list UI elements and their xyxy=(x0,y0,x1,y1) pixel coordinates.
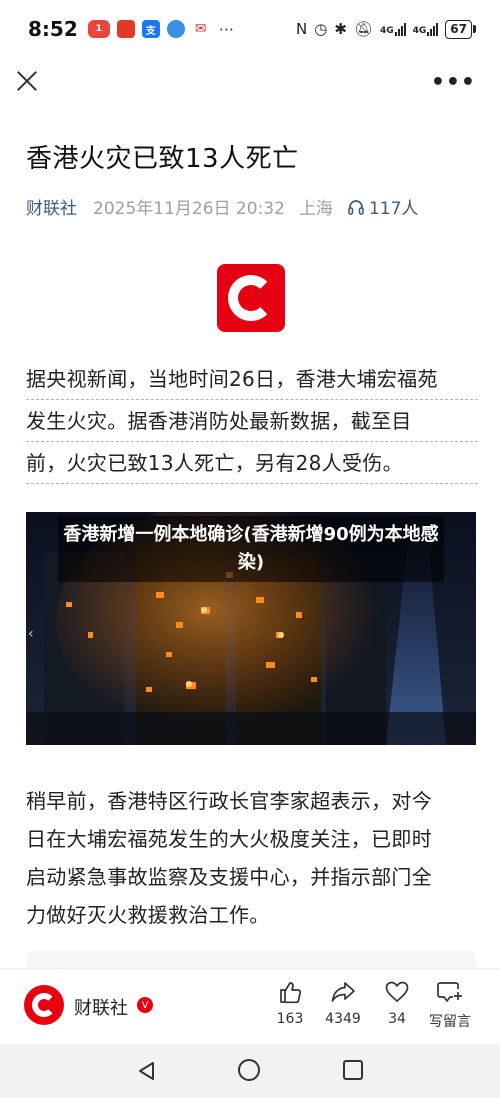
battery-icon: 67 xyxy=(445,19,476,39)
comment-button[interactable]: 写留言 xyxy=(422,979,478,1031)
blue-app-icon xyxy=(166,20,185,38)
verified-badge-icon: V xyxy=(137,997,153,1013)
back-icon[interactable] xyxy=(136,1060,158,1082)
thumbs-up-icon xyxy=(280,982,302,1004)
bottom-action-bar: 财联社 V 163 4349 34 写留言 xyxy=(0,968,500,1044)
like-count: 163 xyxy=(276,1011,304,1027)
signal-icon-2 xyxy=(427,22,439,36)
network-type-label: 4G xyxy=(379,26,394,36)
source-name[interactable]: 财联社 xyxy=(74,994,128,1020)
like-button[interactable]: 163 xyxy=(262,979,318,1027)
close-icon[interactable] xyxy=(14,68,40,94)
article-meta: 财联社 2025年11月26日 20:32 上海 117人 xyxy=(26,194,418,219)
status-time: 8:52 xyxy=(28,17,78,41)
bluetooth-icon: ✱ xyxy=(334,20,347,38)
system-navigation-bar xyxy=(0,1044,500,1098)
comment-label: 写留言 xyxy=(429,1014,471,1030)
paragraph-line: 力做好灭火救援救治工作。 xyxy=(26,903,270,927)
recent-apps-icon[interactable] xyxy=(343,1060,363,1080)
share-count: 4349 xyxy=(325,1011,361,1027)
article-date: 2025年11月26日 20:32 xyxy=(93,199,285,219)
network-type-label-2: 4G xyxy=(412,26,427,36)
signal-icon xyxy=(394,22,406,36)
comment-add-icon xyxy=(437,982,462,1002)
article-image[interactable]: ‹ 香港新增一例本地确诊(香港新增90例为本地感染) xyxy=(26,512,476,745)
article-paragraph-1: 据央视新闻，当地时间26日，香港大埔宏福苑 发生火灾。据香港消防处最新数据，截至… xyxy=(26,358,478,484)
article-title: 香港火灾已致13人死亡 xyxy=(26,144,299,174)
app-header: ••• xyxy=(0,58,500,110)
paragraph-line: 稍早前，香港特区行政长官李家超表示，对今 xyxy=(26,789,432,813)
nfc-icon: N xyxy=(296,20,308,38)
status-icons: N ◷ ✱ 🔕︎ 4G 4G 67 xyxy=(296,19,476,39)
more-notifications-icon: ··· xyxy=(218,19,235,39)
paragraph-line: 启动紧急事故监察及支援中心，并指示部门全 xyxy=(26,865,432,889)
mute-icon: 🔕︎ xyxy=(353,20,373,38)
home-icon[interactable] xyxy=(238,1059,260,1081)
article-location: 上海 xyxy=(298,199,333,219)
related-card xyxy=(26,950,476,970)
article-paragraph-2: 稍早前，香港特区行政长官李家超表示，对今 日在大埔宏福苑发生的大火极度关注，已即… xyxy=(26,782,478,934)
alarm-icon: ◷ xyxy=(314,20,328,38)
c-logo-icon xyxy=(228,275,274,321)
listen-button[interactable]: 117人 xyxy=(347,194,418,219)
favorite-count: 34 xyxy=(388,1011,406,1027)
share-icon xyxy=(331,982,355,1002)
signal-1: 4G xyxy=(380,22,406,36)
share-button[interactable]: 4349 xyxy=(315,979,371,1027)
c-logo-icon-small xyxy=(32,993,56,1017)
favorite-button[interactable]: 34 xyxy=(369,979,425,1027)
paragraph-line: 发生火灾。据香港消防处最新数据，截至目 xyxy=(26,400,478,442)
heart-icon xyxy=(385,981,409,1002)
headphone-icon xyxy=(348,199,364,215)
image-caption: 香港新增一例本地确诊(香港新增90例为本地感染) xyxy=(58,516,444,582)
paragraph-line: 前，火灾已致13人死亡，另有28人受伤。 xyxy=(26,442,478,484)
source-logo-large xyxy=(217,264,285,332)
alipay-icon: 支 xyxy=(141,20,160,38)
status-bar: 8:52 1 支 ✉ ··· N ◷ ✱ 🔕︎ 4G 4G 67 xyxy=(0,0,500,58)
source-avatar[interactable] xyxy=(24,985,64,1025)
battery-level: 67 xyxy=(445,19,472,39)
red-app-icon xyxy=(116,20,135,38)
paragraph-line: 日在大埔宏福苑发生的大火极度关注，已即时 xyxy=(26,827,432,851)
paragraph-line: 据央视新闻，当地时间26日，香港大埔宏福苑 xyxy=(26,358,478,400)
red-app-icon-2: ✉ xyxy=(194,21,207,37)
image-prev-icon[interactable]: ‹ xyxy=(28,626,34,642)
app-badge-icon: 1 xyxy=(87,20,110,38)
article-source[interactable]: 财联社 xyxy=(26,194,77,219)
listen-count: 117人 xyxy=(368,199,419,219)
more-icon[interactable]: ••• xyxy=(431,70,476,95)
signal-2: 4G xyxy=(413,22,439,36)
